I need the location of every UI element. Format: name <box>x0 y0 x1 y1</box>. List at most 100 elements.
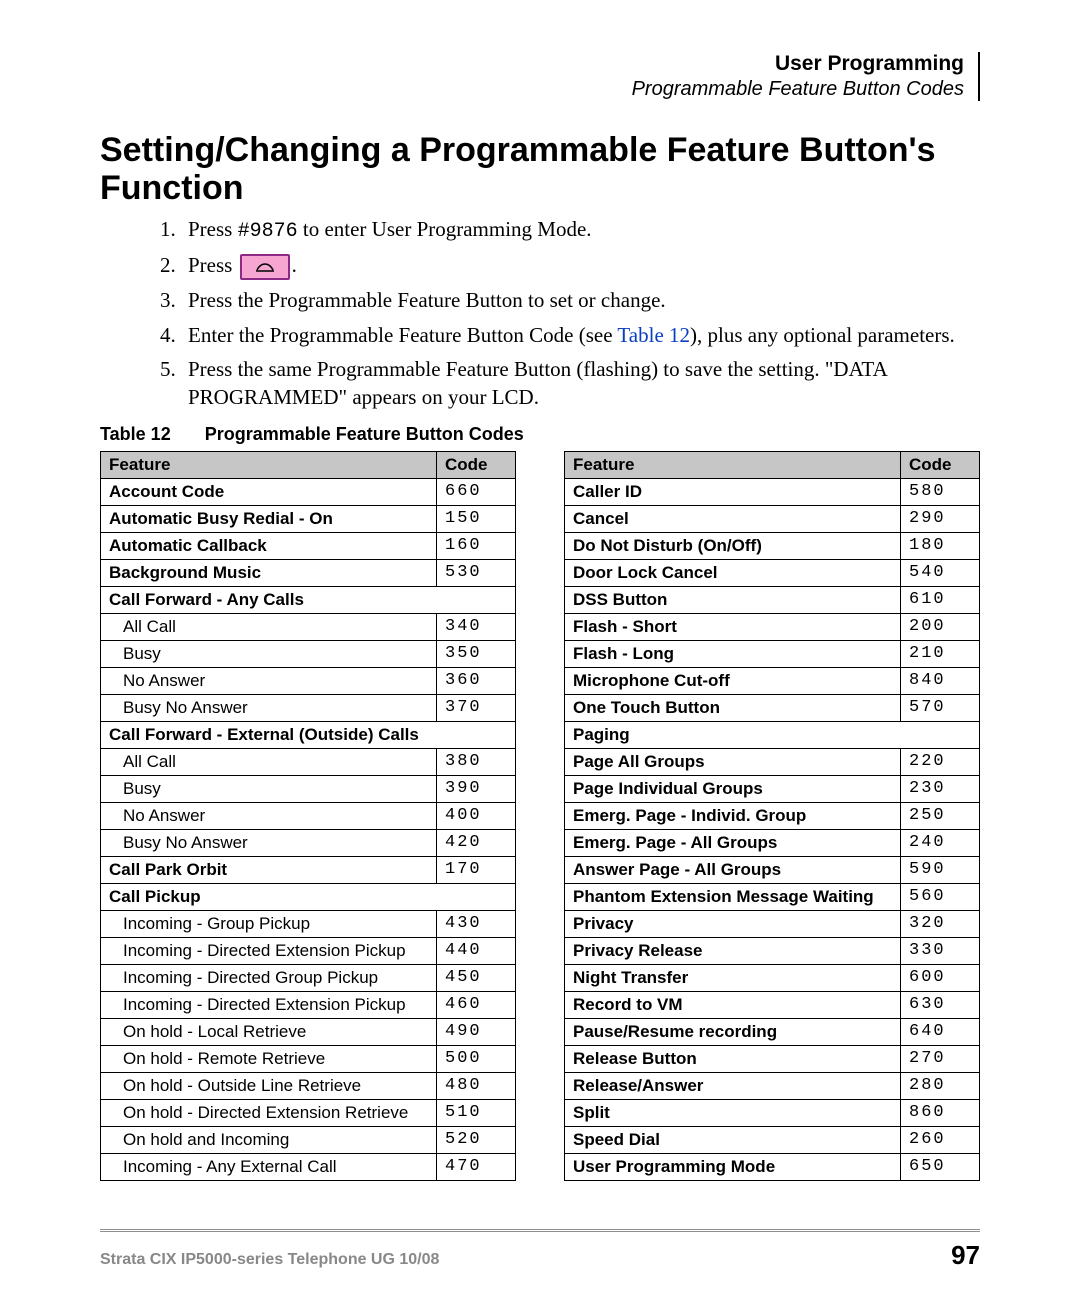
table-row: Busy350 <box>101 640 516 667</box>
hold-button-icon <box>240 254 290 280</box>
code-cell: 250 <box>901 802 980 829</box>
code-cell: 520 <box>437 1126 516 1153</box>
codes-table-left: Feature Code Account Code660Automatic Bu… <box>100 451 516 1181</box>
feature-cell: DSS Button <box>565 586 901 613</box>
table-row: Busy No Answer370 <box>101 694 516 721</box>
code-cell: 450 <box>437 964 516 991</box>
feature-cell: Door Lock Cancel <box>565 559 901 586</box>
code-cell: 490 <box>437 1018 516 1045</box>
table-row: Emerg. Page - All Groups240 <box>565 829 980 856</box>
col-code: Code <box>437 451 516 478</box>
code-cell: 540 <box>901 559 980 586</box>
code-cell: 440 <box>437 937 516 964</box>
code-cell: 260 <box>901 1126 980 1153</box>
code-cell: 570 <box>901 694 980 721</box>
feature-cell: Busy No Answer <box>101 829 437 856</box>
table-row: Record to VM630 <box>565 991 980 1018</box>
code-cell: 430 <box>437 910 516 937</box>
page-footer: Strata CIX IP5000-series Telephone UG 10… <box>100 1229 980 1271</box>
feature-cell: Do Not Disturb (On/Off) <box>565 532 901 559</box>
table-row: On hold - Remote Retrieve500 <box>101 1045 516 1072</box>
table-row: DSS Button610 <box>565 586 980 613</box>
header-subsection: Programmable Feature Button Codes <box>632 78 964 101</box>
feature-cell: Page Individual Groups <box>565 775 901 802</box>
feature-cell: Incoming - Group Pickup <box>101 910 437 937</box>
feature-cell: Busy <box>101 775 437 802</box>
table-row: Paging <box>565 721 980 748</box>
table-row: One Touch Button570 <box>565 694 980 721</box>
table-row: Account Code660 <box>101 478 516 505</box>
table-row: On hold and Incoming520 <box>101 1126 516 1153</box>
code-cell: 580 <box>901 478 980 505</box>
feature-cell: On hold - Local Retrieve <box>101 1018 437 1045</box>
codes-table-right: Feature Code Caller ID580Cancel290Do Not… <box>564 451 980 1181</box>
table-row: No Answer360 <box>101 667 516 694</box>
feature-cell: User Programming Mode <box>565 1153 901 1180</box>
feature-cell: Call Park Orbit <box>101 856 437 883</box>
table-row: Emerg. Page - Individ. Group250 <box>565 802 980 829</box>
code-cell: 560 <box>901 883 980 910</box>
code-cell: 270 <box>901 1045 980 1072</box>
code-cell: 480 <box>437 1072 516 1099</box>
code-cell: 420 <box>437 829 516 856</box>
table-row: Page All Groups220 <box>565 748 980 775</box>
code-cell: 360 <box>437 667 516 694</box>
feature-cell: Answer Page - All Groups <box>565 856 901 883</box>
feature-cell: Privacy <box>565 910 901 937</box>
feature-cell: All Call <box>101 748 437 775</box>
feature-cell: Busy No Answer <box>101 694 437 721</box>
table-row: Cancel290 <box>565 505 980 532</box>
col-code: Code <box>901 451 980 478</box>
code-cell: 530 <box>437 559 516 586</box>
feature-cell: Cancel <box>565 505 901 532</box>
table-row: All Call380 <box>101 748 516 775</box>
table-row: Split860 <box>565 1099 980 1126</box>
code-cell: 380 <box>437 748 516 775</box>
header-section: User Programming <box>632 52 964 76</box>
feature-cell: Record to VM <box>565 991 901 1018</box>
table-row: Answer Page - All Groups590 <box>565 856 980 883</box>
table-row: Night Transfer600 <box>565 964 980 991</box>
feature-cell: Split <box>565 1099 901 1126</box>
table-row: Page Individual Groups230 <box>565 775 980 802</box>
feature-cell: Flash - Short <box>565 613 901 640</box>
feature-cell: Automatic Callback <box>101 532 437 559</box>
feature-cell: Call Forward - External (Outside) Calls <box>101 721 516 748</box>
step-1: 1. Press #9876 to enter User Programming… <box>160 215 980 245</box>
table-row: Release/Answer280 <box>565 1072 980 1099</box>
table-12-link[interactable]: Table 12 <box>617 323 690 347</box>
table-row: Phantom Extension Message Waiting560 <box>565 883 980 910</box>
table-row: No Answer400 <box>101 802 516 829</box>
table-row: Call Forward - Any Calls <box>101 586 516 613</box>
code-cell: 860 <box>901 1099 980 1126</box>
code-cell: 500 <box>437 1045 516 1072</box>
table-row: All Call340 <box>101 613 516 640</box>
feature-cell: No Answer <box>101 802 437 829</box>
feature-cell: Release Button <box>565 1045 901 1072</box>
code-cell: 630 <box>901 991 980 1018</box>
code-cell: 230 <box>901 775 980 802</box>
code-cell: 160 <box>437 532 516 559</box>
feature-cell: Incoming - Directed Extension Pickup <box>101 991 437 1018</box>
table-row: Incoming - Directed Extension Pickup460 <box>101 991 516 1018</box>
code-cell: 400 <box>437 802 516 829</box>
table-row: Incoming - Directed Extension Pickup440 <box>101 937 516 964</box>
feature-cell: Incoming - Directed Group Pickup <box>101 964 437 991</box>
table-row: Busy No Answer420 <box>101 829 516 856</box>
feature-cell: No Answer <box>101 667 437 694</box>
code-cell: 840 <box>901 667 980 694</box>
feature-cell: On hold and Incoming <box>101 1126 437 1153</box>
feature-cell: Speed Dial <box>565 1126 901 1153</box>
feature-cell: Flash - Long <box>565 640 901 667</box>
code-cell: 610 <box>901 586 980 613</box>
col-feature: Feature <box>565 451 901 478</box>
code-cell: 170 <box>437 856 516 883</box>
table-row: Door Lock Cancel540 <box>565 559 980 586</box>
table-row: Incoming - Directed Group Pickup450 <box>101 964 516 991</box>
code-cell: 640 <box>901 1018 980 1045</box>
feature-cell: On hold - Remote Retrieve <box>101 1045 437 1072</box>
table-row: Caller ID580 <box>565 478 980 505</box>
feature-cell: Page All Groups <box>565 748 901 775</box>
code-cell: 240 <box>901 829 980 856</box>
code-cell: 320 <box>901 910 980 937</box>
